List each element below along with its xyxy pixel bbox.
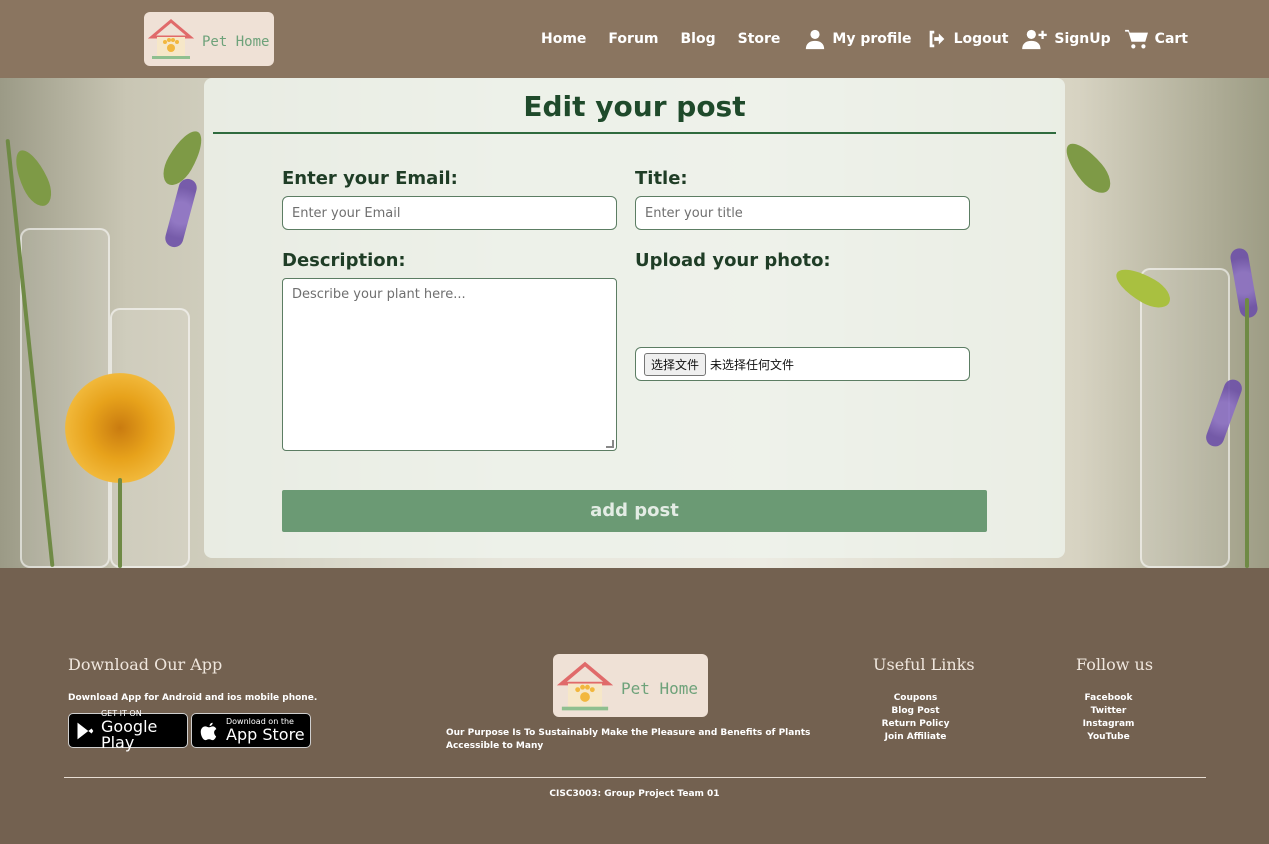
nav-logout[interactable]: Logout — [926, 28, 1009, 50]
nav-my-profile-label: My profile — [832, 31, 912, 47]
hero-background: Edit your post Enter your Email: Enter y… — [0, 78, 1269, 568]
link-twitter[interactable]: Twitter — [1078, 706, 1139, 719]
title-field[interactable]: Enter your title — [635, 196, 970, 230]
edit-post-card: Edit your post Enter your Email: Enter y… — [204, 78, 1065, 558]
house-paw-icon — [148, 19, 194, 59]
download-heading: Download Our App — [68, 655, 223, 674]
nav-my-profile[interactable]: My profile — [804, 28, 912, 50]
useful-links-heading: Useful Links — [873, 655, 975, 674]
stem-decoration — [1245, 298, 1249, 568]
user-icon — [806, 29, 825, 50]
copyright-text: CISC3003: Group Project Team 01 — [549, 789, 720, 799]
email-field[interactable]: Enter your Email — [282, 196, 617, 230]
purpose-text: Our Purpose Is To Sustainably Make the P… — [446, 728, 811, 751]
description-label: Description: — [282, 250, 406, 271]
description-textarea[interactable]: Describe your plant here... — [282, 278, 617, 451]
site-logo[interactable]: Pet Home — [144, 12, 274, 66]
google-play-icon — [77, 722, 94, 739]
nav-cart[interactable]: Cart — [1124, 28, 1188, 50]
title-label: Title: — [635, 168, 688, 189]
logo-text: Pet Home — [202, 34, 270, 50]
nav-cart-label: Cart — [1154, 31, 1188, 47]
lavender-decoration — [1229, 246, 1259, 320]
title-divider — [213, 132, 1056, 134]
footer-logo[interactable]: Pet Home — [553, 654, 708, 717]
nav-home[interactable]: Home — [541, 31, 586, 47]
nav-store[interactable]: Store — [738, 31, 781, 47]
file-status-text: 未选择任何文件 — [710, 357, 795, 372]
stem-decoration — [118, 478, 122, 568]
user-plus-icon — [1022, 29, 1048, 50]
nav-logout-label: Logout — [953, 31, 1009, 47]
choose-file-button[interactable]: 选择文件 — [644, 352, 707, 376]
google-play-big-text: Google Play — [100, 717, 158, 752]
resize-handle-icon[interactable] — [606, 440, 614, 448]
site-header: Pet Home Home Forum Blog Store My profil… — [0, 0, 1269, 78]
app-store-big-text: App Store — [226, 725, 305, 744]
nav-signup[interactable]: SignUp — [1022, 28, 1111, 50]
nav-forum[interactable]: Forum — [608, 31, 658, 47]
link-coupons[interactable]: Coupons — [875, 693, 956, 706]
useful-links-list: Coupons Blog Post Return Policy Join Aff… — [875, 693, 956, 745]
link-youtube[interactable]: YouTube — [1078, 732, 1139, 745]
link-join-affiliate[interactable]: Join Affiliate — [875, 732, 956, 745]
download-text: Download App for Android and ios mobile … — [68, 693, 318, 703]
page-title: Edit your post — [523, 90, 746, 123]
logout-icon — [929, 30, 944, 48]
link-facebook[interactable]: Facebook — [1078, 693, 1139, 706]
social-links-list: Facebook Twitter Instagram YouTube — [1078, 693, 1139, 745]
flower-decoration — [65, 373, 175, 483]
app-store-badge[interactable]: Download on the App Store — [191, 713, 311, 748]
add-post-button[interactable]: add post — [282, 490, 987, 532]
photo-label: Upload your photo: — [635, 250, 831, 271]
description-placeholder: Describe your plant here... — [292, 287, 466, 302]
footer-logo-text: Pet Home — [621, 679, 699, 698]
apple-icon — [200, 722, 217, 740]
site-footer: Download Our App Download App for Androi… — [0, 568, 1269, 844]
house-paw-icon — [557, 661, 613, 710]
lavender-decoration — [163, 176, 199, 250]
footer-divider — [64, 777, 1206, 778]
follow-us-heading: Follow us — [1076, 655, 1154, 674]
google-play-badge[interactable]: GET IT ON Google Play — [68, 710, 188, 752]
nav-blog[interactable]: Blog — [681, 31, 716, 47]
cart-icon — [1124, 29, 1148, 49]
link-blog-post[interactable]: Blog Post — [875, 706, 956, 719]
link-instagram[interactable]: Instagram — [1078, 719, 1139, 732]
leaf-decoration — [1058, 136, 1118, 200]
email-label: Enter your Email: — [282, 168, 458, 189]
link-return-policy[interactable]: Return Policy — [875, 719, 956, 732]
main-nav: Home Forum Blog Store My profile Logout … — [541, 28, 1202, 50]
nav-signup-label: SignUp — [1054, 31, 1111, 47]
photo-upload-field: 选择文件 未选择任何文件 — [635, 347, 970, 381]
